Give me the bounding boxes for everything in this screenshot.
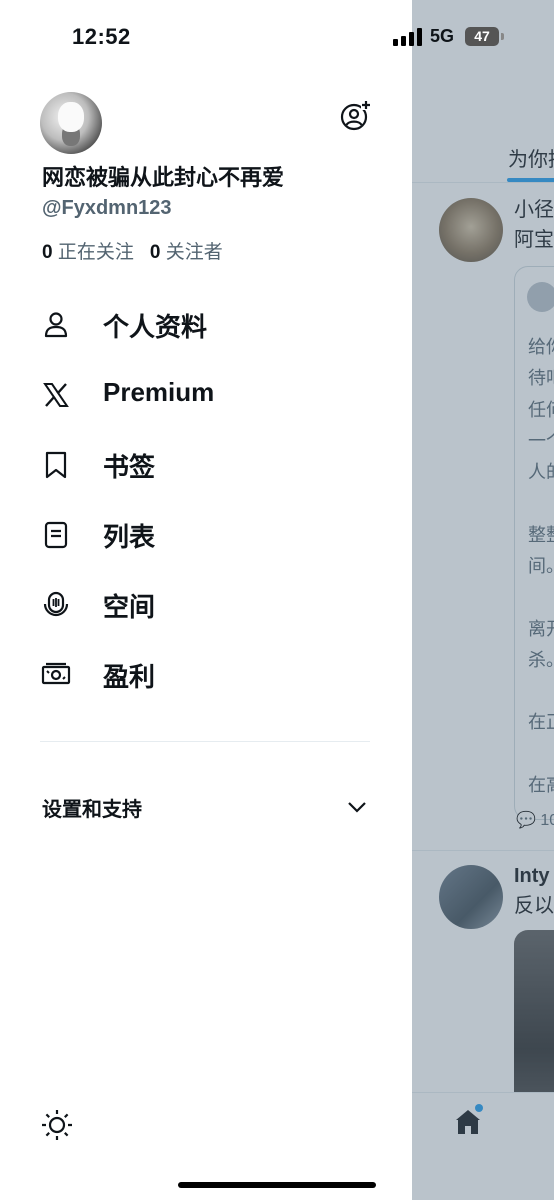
x-logo-icon	[43, 383, 69, 407]
menu-item-bookmarks[interactable]: 书签	[0, 430, 412, 500]
followers-count: 0	[149, 242, 161, 263]
chevron-down-icon[interactable]	[345, 795, 369, 819]
navigation-drawer: 网恋被骗从此封心不再爱 @Fyxdmn123 0 正在关注 0 关注者 个人资料 …	[0, 0, 412, 1200]
user-handle: @Fyxdmn123	[42, 197, 172, 219]
followers-link[interactable]: 0 关注者	[150, 242, 223, 263]
following-label: 正在关注	[57, 242, 134, 263]
person-icon	[44, 312, 68, 338]
menu-item-profile[interactable]: 个人资料	[0, 290, 412, 360]
display-theme-icon[interactable]	[40, 1108, 74, 1142]
drawer-scrim[interactable]	[412, 0, 554, 1200]
drawer-menu: 个人资料 Premium 书签 列表 空间 盈利	[0, 290, 412, 710]
avatar[interactable]	[40, 92, 102, 154]
menu-item-spaces[interactable]: 空间	[0, 570, 412, 640]
following-count: 0	[42, 242, 53, 263]
menu-label: 盈利	[103, 662, 156, 692]
menu-label: 个人资料	[103, 312, 208, 342]
settings-and-support[interactable]: 设置和支持	[42, 793, 142, 822]
menu-item-monetization[interactable]: 盈利	[0, 640, 412, 710]
cellular-signal-icon	[393, 28, 423, 46]
add-account-icon[interactable]	[339, 100, 371, 132]
display-name[interactable]: 网恋被骗从此封心不再爱	[42, 160, 284, 192]
battery-cap	[501, 33, 504, 40]
list-icon	[44, 521, 68, 549]
spaces-icon	[43, 591, 69, 617]
follow-stats: 0 正在关注 0 关注者	[42, 237, 223, 264]
bookmark-icon	[45, 451, 67, 479]
home-indicator[interactable]	[178, 1182, 376, 1188]
menu-label: 空间	[103, 592, 156, 622]
status-bar: 12:52 5G 47	[0, 0, 554, 75]
menu-label: 列表	[103, 522, 156, 552]
battery-icon: 47	[465, 27, 499, 46]
following-link[interactable]: 0 正在关注	[42, 242, 134, 263]
menu-label: Premium	[103, 377, 215, 407]
menu-item-premium[interactable]: Premium	[0, 360, 412, 430]
followers-label: 关注者	[165, 242, 223, 263]
status-time: 12:52	[72, 24, 131, 49]
menu-label: 书签	[103, 452, 156, 482]
menu-item-lists[interactable]: 列表	[0, 500, 412, 570]
menu-divider	[40, 741, 370, 742]
monetization-icon	[41, 662, 71, 685]
network-type: 5G	[430, 26, 455, 46]
